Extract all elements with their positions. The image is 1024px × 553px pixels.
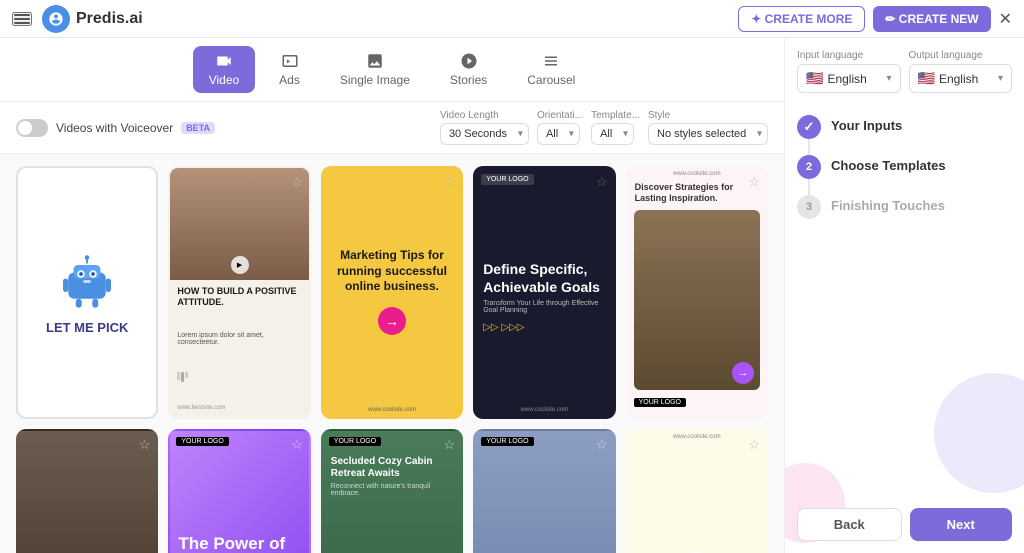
- template-marketing[interactable]: ☆ Marketing Tips for running successful …: [321, 166, 463, 419]
- orientation-select[interactable]: All: [537, 123, 580, 145]
- top-actions: ✦ CREATE MORE ✏ CREATE NEW: [738, 6, 990, 32]
- tab-bar: Video Ads Single Image Stories Carousel: [0, 38, 784, 102]
- input-lang-text: English: [827, 72, 882, 86]
- next-button[interactable]: Next: [910, 508, 1013, 541]
- card-star[interactable]: ☆: [596, 437, 608, 453]
- input-lang-select[interactable]: 🇺🇸 English ▾: [797, 64, 901, 93]
- template-grid-scroll: LET ME PICK ☆ ▶ HOW TO BUILD A POSITIVE …: [0, 154, 784, 553]
- main-content: Video Ads Single Image Stories Carousel: [0, 38, 1024, 553]
- step-2: 2 Choose Templates: [797, 147, 1012, 187]
- tab-single-image[interactable]: Single Image: [324, 46, 426, 93]
- template-discover[interactable]: ☆ www.coolsite.com Discover Strategies f…: [626, 166, 768, 419]
- robot-icon: [57, 250, 117, 310]
- back-button[interactable]: Back: [797, 508, 902, 541]
- language-row: Input language 🇺🇸 English ▾ Output langu…: [797, 50, 1012, 93]
- card-star[interactable]: ☆: [748, 174, 760, 190]
- input-lang-label: Input language: [797, 50, 901, 61]
- output-lang-text: English: [939, 72, 994, 86]
- template-define[interactable]: ☆ YOUR LOGO Define Specific, Achievable …: [473, 166, 615, 419]
- output-lang-group: Output language 🇺🇸 English ▾: [909, 50, 1013, 93]
- output-lang-label: Output language: [909, 50, 1013, 61]
- logo: Predis.ai: [42, 5, 143, 33]
- right-sidebar: Input language 🇺🇸 English ▾ Output langu…: [784, 38, 1024, 553]
- step-1-circle: ✓: [797, 115, 821, 139]
- card-star[interactable]: ☆: [291, 437, 303, 453]
- tab-carousel[interactable]: Carousel: [511, 46, 591, 93]
- tab-video[interactable]: Video: [193, 46, 255, 93]
- create-new-button[interactable]: ✏ CREATE NEW: [873, 6, 990, 32]
- step-3-label: Finishing Touches: [831, 195, 945, 213]
- input-lang-arrow: ▾: [886, 73, 891, 84]
- step-1-label: Your Inputs: [831, 115, 902, 133]
- template-select[interactable]: All: [591, 123, 634, 145]
- style-select[interactable]: No styles selected: [648, 123, 768, 145]
- card-star[interactable]: ☆: [139, 437, 151, 453]
- template-positive[interactable]: ☆ YOUR LOGO The Power of Positive Thinki…: [168, 429, 310, 553]
- step-1: ✓ Your Inputs: [797, 107, 1012, 147]
- voiceover-toggle[interactable]: Videos with Voiceover BETA: [16, 119, 215, 137]
- top-bar: Predis.ai ✦ CREATE MORE ✏ CREATE NEW ✕: [0, 0, 1024, 38]
- sidebar-actions: Back Next: [797, 508, 1012, 541]
- toggle-knob: [18, 121, 32, 135]
- close-button[interactable]: ✕: [999, 9, 1012, 29]
- output-flag: 🇺🇸: [918, 70, 935, 87]
- tab-ads[interactable]: Ads: [263, 46, 316, 93]
- step-2-circle: 2: [797, 155, 821, 179]
- template-grid: LET ME PICK ☆ ▶ HOW TO BUILD A POSITIVE …: [0, 154, 784, 553]
- beta-badge: BETA: [181, 122, 215, 134]
- input-flag: 🇺🇸: [806, 70, 823, 87]
- template-attitude[interactable]: ☆ ▶ HOW TO BUILD A POSITIVE ATTITUDE. Lo…: [168, 166, 310, 419]
- input-lang-group: Input language 🇺🇸 English ▾: [797, 50, 901, 93]
- steps: ✓ Your Inputs 2 Choose Templates 3 Finis…: [797, 107, 1012, 227]
- card-star[interactable]: ☆: [748, 437, 760, 453]
- filter-template: Template... All: [591, 110, 640, 145]
- template-yellow-circle[interactable]: ☆ www.coolsite.com ▶: [626, 429, 768, 553]
- step-2-label: Choose Templates: [831, 155, 946, 173]
- card-star[interactable]: ☆: [596, 174, 608, 190]
- filter-video-length: Video Length 30 Seconds: [440, 110, 529, 145]
- output-lang-arrow: ▾: [998, 73, 1003, 84]
- output-lang-select[interactable]: 🇺🇸 English ▾: [909, 64, 1013, 93]
- logo-text: Predis.ai: [76, 10, 143, 28]
- step-3-circle: 3: [797, 195, 821, 219]
- template-landscape[interactable]: ☆ ▶: [16, 429, 158, 553]
- template-couple[interactable]: ☆ YOUR LOGO ▶: [473, 429, 615, 553]
- hamburger-menu[interactable]: [12, 12, 32, 26]
- tab-stories[interactable]: Stories: [434, 46, 503, 93]
- voiceover-label: Videos with Voiceover: [56, 121, 173, 135]
- template-let-me-pick[interactable]: LET ME PICK: [16, 166, 158, 419]
- step-3: 3 Finishing Touches: [797, 187, 1012, 227]
- create-more-button[interactable]: ✦ CREATE MORE: [738, 6, 865, 32]
- filter-style: Style No styles selected: [648, 110, 768, 145]
- left-panel: Video Ads Single Image Stories Carousel: [0, 38, 784, 553]
- video-length-select[interactable]: 30 Seconds: [440, 123, 529, 145]
- logo-icon: [42, 5, 70, 33]
- card-star[interactable]: ☆: [291, 174, 303, 190]
- voiceover-switch[interactable]: [16, 119, 48, 137]
- template-secluded[interactable]: ☆ YOUR LOGO Secluded Cozy Cabin Retreat …: [321, 429, 463, 553]
- filter-orientation: Orientati... All: [537, 110, 583, 145]
- let-me-pick-label: LET ME PICK: [46, 320, 128, 335]
- card-star[interactable]: ☆: [444, 437, 456, 453]
- card-star[interactable]: ☆: [444, 174, 456, 190]
- filters-bar: Videos with Voiceover BETA Video Length …: [0, 102, 784, 154]
- blob-purple: [934, 373, 1024, 493]
- filter-group: Video Length 30 Seconds Orientati... All: [440, 110, 768, 145]
